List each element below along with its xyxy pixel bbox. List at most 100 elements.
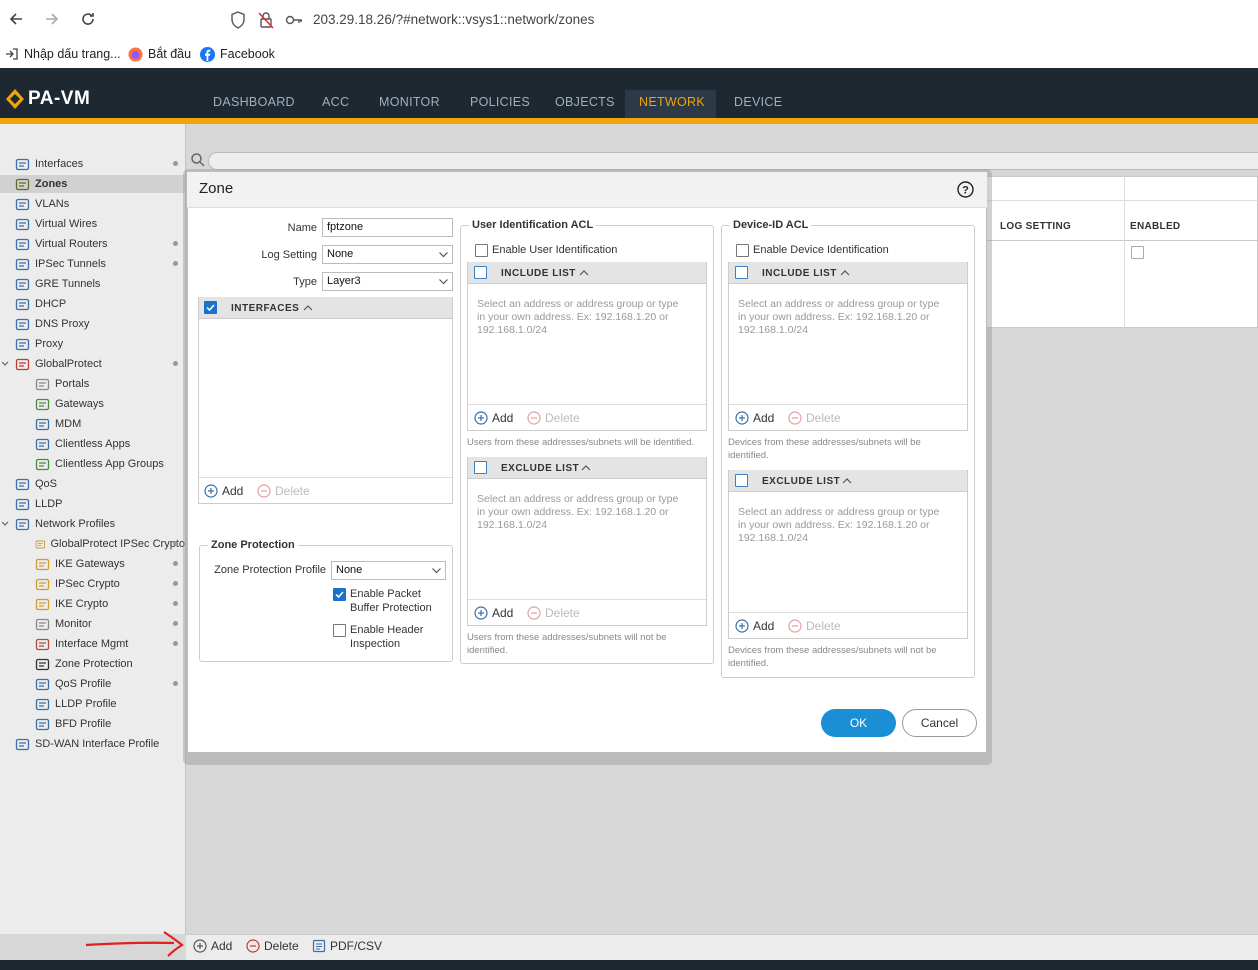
sidebar-item-dhcp[interactable]: DHCP: [0, 295, 185, 313]
expand-dot-icon[interactable]: [173, 621, 178, 626]
key-icon[interactable]: [285, 13, 303, 27]
sidebar-item-zones[interactable]: Zones: [0, 175, 185, 193]
cancel-button[interactable]: Cancel: [902, 709, 977, 737]
expand-dot-icon[interactable]: [173, 681, 178, 686]
expand-dot-icon[interactable]: [173, 241, 178, 246]
sidebar-item-virtual-routers[interactable]: Virtual Routers: [0, 235, 185, 253]
zone-protection-profile-select[interactable]: None: [331, 561, 446, 580]
help-icon[interactable]: ?: [957, 181, 974, 198]
pdf-csv-button[interactable]: PDF/CSV: [312, 939, 382, 953]
user-include-add-button[interactable]: Add: [474, 411, 513, 425]
sidebar-item-zone-protection[interactable]: Zone Protection: [0, 655, 185, 673]
insecure-lock-icon[interactable]: [258, 11, 274, 29]
expand-dot-icon[interactable]: [173, 361, 178, 366]
sidebar-item-lldp[interactable]: LLDP: [0, 495, 185, 513]
bookmark-facebook[interactable]: Facebook: [200, 46, 275, 62]
sidebar-item-bfd-profile[interactable]: BFD Profile: [0, 715, 185, 733]
user-exclude-delete-button[interactable]: Delete: [527, 606, 580, 620]
sidebar-item-lldp-profile[interactable]: LLDP Profile: [0, 695, 185, 713]
sidebar-item-portals[interactable]: Portals: [0, 375, 185, 393]
device-include-header-label[interactable]: INCLUDE LIST: [762, 268, 837, 279]
expand-dot-icon[interactable]: [173, 581, 178, 586]
device-exclude-add-button[interactable]: Add: [735, 619, 774, 633]
sidebar-item-interface-mgmt[interactable]: Interface Mgmt: [0, 635, 185, 653]
user-exclude-header-label[interactable]: EXCLUDE LIST: [501, 463, 579, 474]
sort-up-icon[interactable]: [842, 477, 852, 484]
user-exclude-add-button[interactable]: Add: [474, 606, 513, 620]
reload-icon[interactable]: [79, 10, 99, 30]
bookmark-import[interactable]: Nhập dấu trang...: [5, 46, 121, 62]
sidebar-item-globalprotect[interactable]: GlobalProtect: [0, 355, 185, 373]
sidebar-item-clientless-apps[interactable]: Clientless Apps: [0, 435, 185, 453]
sidebar-item-gateways[interactable]: Gateways: [0, 395, 185, 413]
device-include-add-button[interactable]: Add: [735, 411, 774, 425]
tab-acc[interactable]: ACC: [322, 90, 349, 121]
add-button[interactable]: Add: [193, 939, 232, 953]
user-include-header-label[interactable]: INCLUDE LIST: [501, 268, 576, 279]
url-bar[interactable]: 203.29.18.26/?#network::vsys1::network/z…: [313, 12, 594, 27]
log-setting-select[interactable]: None: [322, 245, 453, 264]
sidebar-item-network-profiles[interactable]: Network Profiles: [0, 515, 185, 533]
sidebar-item-dns-proxy[interactable]: DNS Proxy: [0, 315, 185, 333]
search-icon[interactable]: [190, 152, 206, 168]
expand-dot-icon[interactable]: [173, 601, 178, 606]
col-header-enabled[interactable]: ENABLED: [1130, 221, 1180, 232]
shield-icon[interactable]: [230, 11, 246, 29]
chevron-down-icon[interactable]: [1, 360, 9, 368]
sidebar-item-clientless-app-groups[interactable]: Clientless App Groups: [0, 455, 185, 473]
device-exclude-delete-button[interactable]: Delete: [788, 619, 841, 633]
sidebar-item-ike-gateways[interactable]: IKE Gateways: [0, 555, 185, 573]
sort-up-icon[interactable]: [581, 464, 591, 471]
sidebar-item-vlans[interactable]: VLANs: [0, 195, 185, 213]
interfaces-delete-button[interactable]: Delete: [257, 484, 310, 498]
packet-buffer-checkbox[interactable]: [333, 588, 346, 601]
sidebar-item-interfaces[interactable]: Interfaces: [0, 155, 185, 173]
sidebar-item-ipsec-tunnels[interactable]: IPSec Tunnels: [0, 255, 185, 273]
bookmark-start[interactable]: Bắt đầu: [128, 46, 191, 62]
expand-dot-icon[interactable]: [173, 561, 178, 566]
tab-monitor[interactable]: MONITOR: [379, 90, 440, 121]
device-exclude-select-all-checkbox[interactable]: [735, 474, 748, 487]
sort-up-icon[interactable]: [303, 304, 313, 311]
device-exclude-header-label[interactable]: EXCLUDE LIST: [762, 476, 840, 487]
chevron-down-icon[interactable]: [1, 520, 9, 528]
interfaces-select-all-checkbox[interactable]: [204, 301, 217, 314]
sidebar-item-globalprotect-ipsec-crypto[interactable]: GlobalProtect IPSec Crypto: [0, 535, 185, 553]
user-include-delete-button[interactable]: Delete: [527, 411, 580, 425]
forward-icon[interactable]: [43, 10, 63, 30]
sidebar-item-sd-wan-interface-profile[interactable]: SD-WAN Interface Profile: [0, 735, 185, 753]
tab-objects[interactable]: OBJECTS: [555, 90, 615, 121]
user-exclude-select-all-checkbox[interactable]: [474, 461, 487, 474]
expand-dot-icon[interactable]: [173, 541, 178, 546]
tab-dashboard[interactable]: DASHBOARD: [213, 90, 295, 121]
sidebar-item-ike-crypto[interactable]: IKE Crypto: [0, 595, 185, 613]
expand-dot-icon[interactable]: [173, 641, 178, 646]
header-inspection-checkbox[interactable]: [333, 624, 346, 637]
sort-up-icon[interactable]: [579, 269, 589, 276]
name-input[interactable]: fptzone: [322, 218, 453, 237]
device-include-select-all-checkbox[interactable]: [735, 266, 748, 279]
enable-user-id-checkbox[interactable]: [475, 244, 488, 257]
expand-dot-icon[interactable]: [173, 261, 178, 266]
sidebar-item-qos[interactable]: QoS: [0, 475, 185, 493]
sidebar-item-ipsec-crypto[interactable]: IPSec Crypto: [0, 575, 185, 593]
col-header-log-setting[interactable]: LOG SETTING: [1000, 221, 1071, 232]
user-include-select-all-checkbox[interactable]: [474, 266, 487, 279]
sidebar-item-mdm[interactable]: MDM: [0, 415, 185, 433]
enable-device-id-checkbox[interactable]: [736, 244, 749, 257]
sidebar-item-gre-tunnels[interactable]: GRE Tunnels: [0, 275, 185, 293]
tab-network[interactable]: NETWORK: [625, 90, 716, 121]
enabled-checkbox[interactable]: [1131, 246, 1144, 259]
interfaces-add-button[interactable]: Add: [204, 484, 243, 498]
sidebar-item-proxy[interactable]: Proxy: [0, 335, 185, 353]
sort-up-icon[interactable]: [840, 269, 850, 276]
back-icon[interactable]: [7, 10, 27, 30]
device-include-delete-button[interactable]: Delete: [788, 411, 841, 425]
filter-input[interactable]: [208, 152, 1258, 170]
interfaces-header-label[interactable]: INTERFACES: [231, 303, 299, 314]
sidebar-item-virtual-wires[interactable]: Virtual Wires: [0, 215, 185, 233]
ok-button[interactable]: OK: [821, 709, 896, 737]
tab-policies[interactable]: POLICIES: [470, 90, 530, 121]
delete-button[interactable]: Delete: [246, 939, 299, 953]
sidebar-item-qos-profile[interactable]: QoS Profile: [0, 675, 185, 693]
